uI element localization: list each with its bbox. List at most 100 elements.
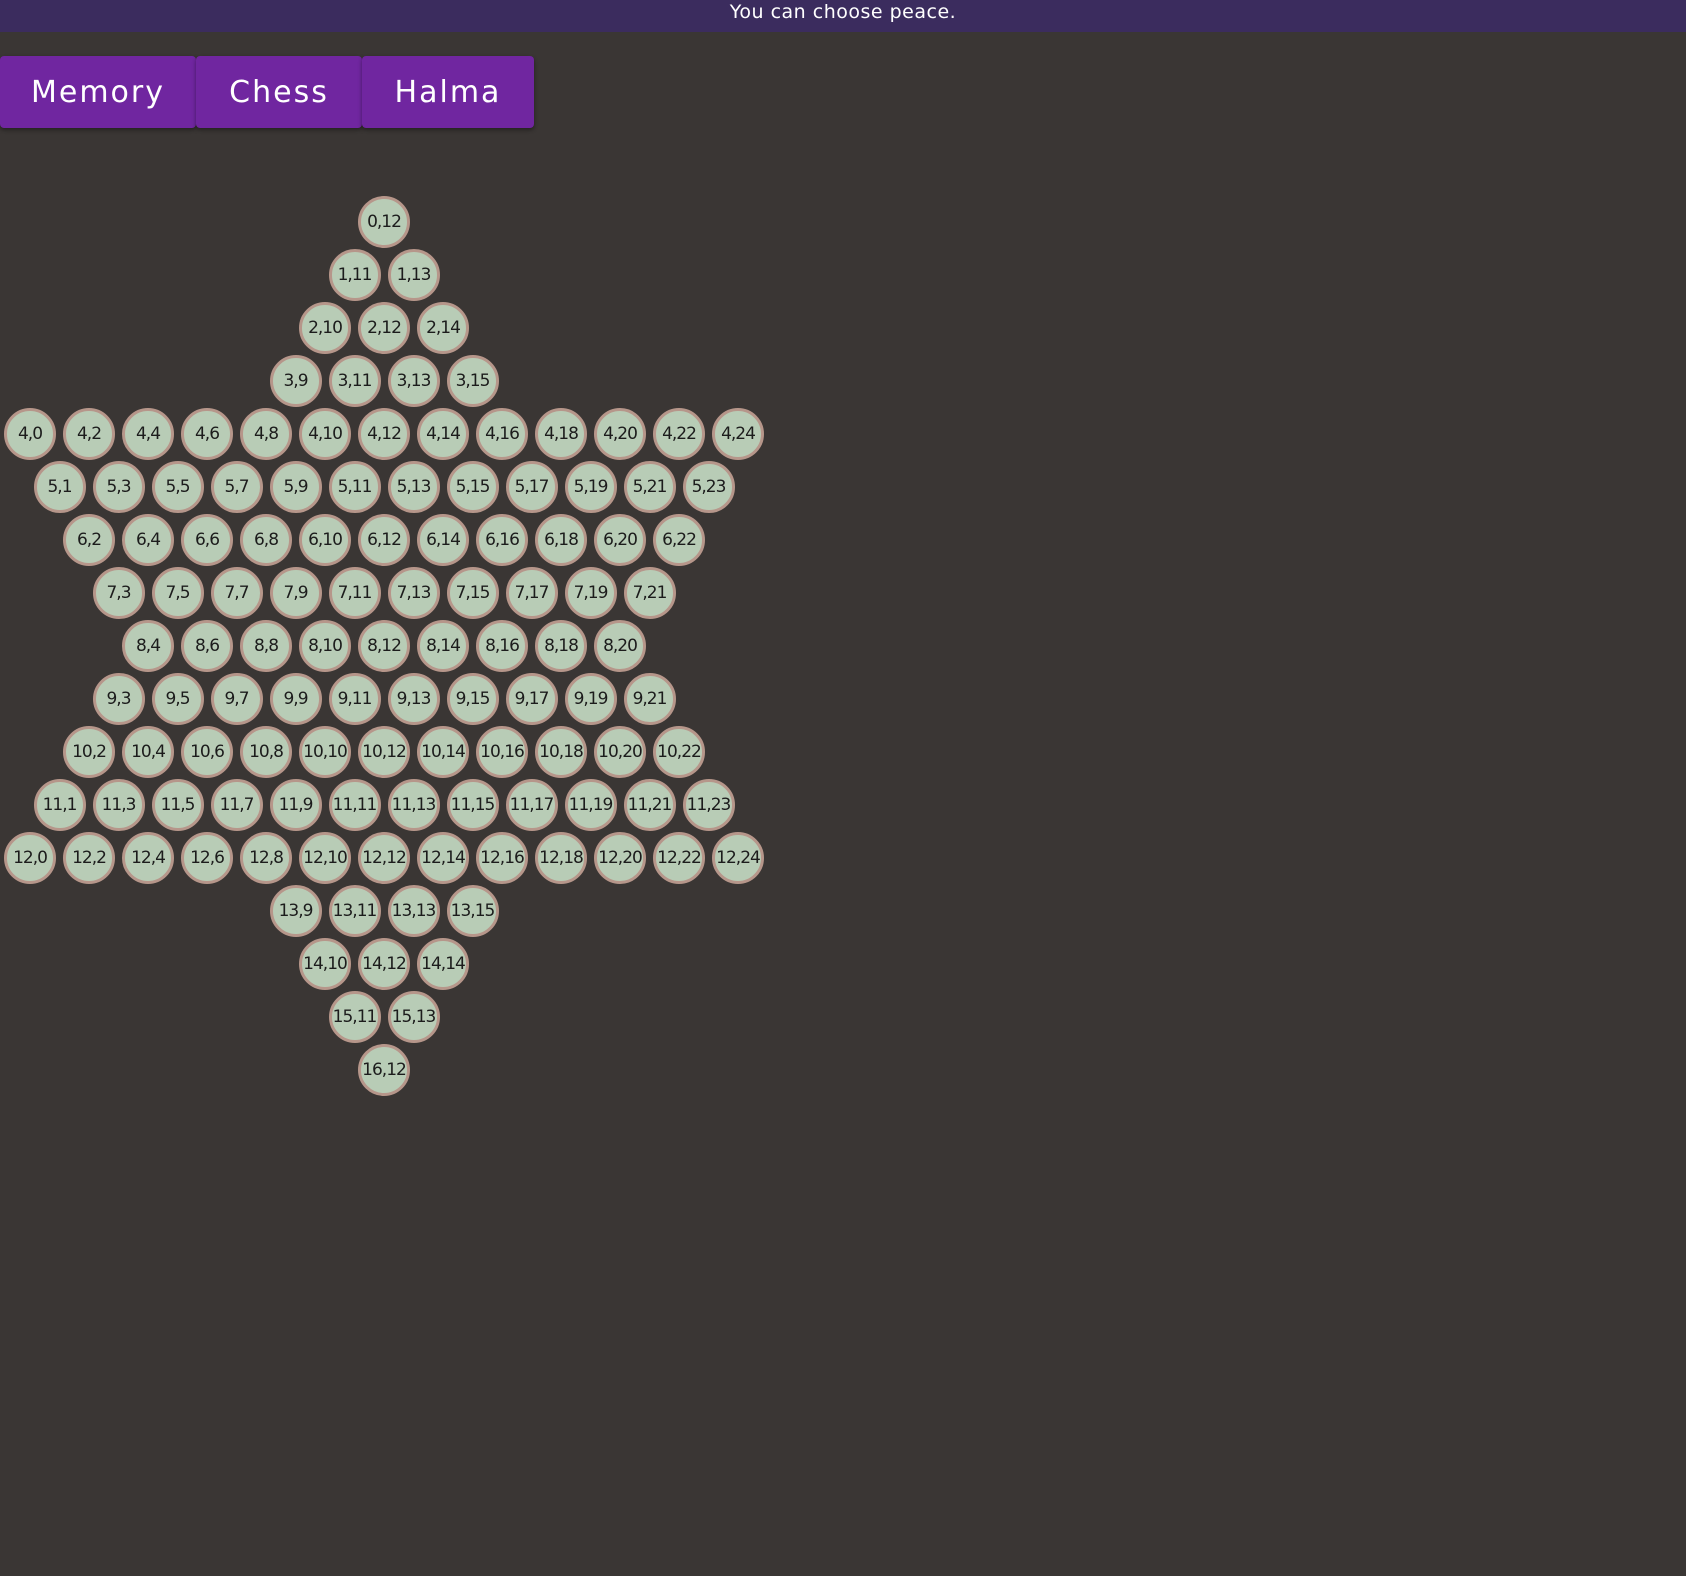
board-cell-2-10[interactable]: 2,10 bbox=[299, 302, 351, 354]
board-cell-1-13[interactable]: 1,13 bbox=[387, 249, 440, 301]
board-cell-14-12[interactable]: 14,12 bbox=[358, 938, 410, 990]
board-cell-7-15[interactable]: 7,15 bbox=[446, 567, 499, 619]
board-cell-7-13[interactable]: 7,13 bbox=[387, 567, 440, 619]
board-cell-8-12[interactable]: 8,12 bbox=[358, 620, 410, 672]
board-cell-5-1[interactable]: 5,1 bbox=[33, 461, 86, 513]
board-cell-4-6[interactable]: 4,6 bbox=[181, 408, 233, 460]
board-cell-9-15[interactable]: 9,15 bbox=[446, 673, 499, 725]
board-cell-10-10[interactable]: 10,10 bbox=[299, 726, 351, 778]
board-cell-10-22[interactable]: 10,22 bbox=[653, 726, 705, 778]
board-cell-6-2[interactable]: 6,2 bbox=[63, 514, 115, 566]
board-cell-9-13[interactable]: 9,13 bbox=[387, 673, 440, 725]
board-cell-9-9[interactable]: 9,9 bbox=[269, 673, 322, 725]
board-cell-4-18[interactable]: 4,18 bbox=[535, 408, 587, 460]
board-cell-5-11[interactable]: 5,11 bbox=[328, 461, 381, 513]
board-cell-7-9[interactable]: 7,9 bbox=[269, 567, 322, 619]
board-cell-4-10[interactable]: 4,10 bbox=[299, 408, 351, 460]
board-cell-3-11[interactable]: 3,11 bbox=[328, 355, 381, 407]
board-cell-5-21[interactable]: 5,21 bbox=[623, 461, 676, 513]
board-cell-6-18[interactable]: 6,18 bbox=[535, 514, 587, 566]
board-cell-11-3[interactable]: 11,3 bbox=[92, 779, 145, 831]
board-cell-5-13[interactable]: 5,13 bbox=[387, 461, 440, 513]
board-cell-10-12[interactable]: 10,12 bbox=[358, 726, 410, 778]
board-cell-6-20[interactable]: 6,20 bbox=[594, 514, 646, 566]
board-cell-6-10[interactable]: 6,10 bbox=[299, 514, 351, 566]
board-cell-12-18[interactable]: 12,18 bbox=[535, 832, 587, 884]
board-cell-9-21[interactable]: 9,21 bbox=[623, 673, 676, 725]
board-cell-12-14[interactable]: 12,14 bbox=[417, 832, 469, 884]
board-cell-4-16[interactable]: 4,16 bbox=[476, 408, 528, 460]
memory-button[interactable]: Memory bbox=[0, 56, 196, 128]
board-cell-4-2[interactable]: 4,2 bbox=[63, 408, 115, 460]
board-cell-13-15[interactable]: 13,15 bbox=[446, 885, 499, 937]
board-cell-10-14[interactable]: 10,14 bbox=[417, 726, 469, 778]
board-cell-8-14[interactable]: 8,14 bbox=[417, 620, 469, 672]
board-cell-11-15[interactable]: 11,15 bbox=[446, 779, 499, 831]
board-cell-4-22[interactable]: 4,22 bbox=[653, 408, 705, 460]
board-cell-6-22[interactable]: 6,22 bbox=[653, 514, 705, 566]
board-cell-11-17[interactable]: 11,17 bbox=[505, 779, 558, 831]
board-cell-4-14[interactable]: 4,14 bbox=[417, 408, 469, 460]
board-cell-5-5[interactable]: 5,5 bbox=[151, 461, 204, 513]
board-cell-11-21[interactable]: 11,21 bbox=[623, 779, 676, 831]
board-cell-2-12[interactable]: 2,12 bbox=[358, 302, 410, 354]
board-cell-13-11[interactable]: 13,11 bbox=[328, 885, 381, 937]
board-cell-10-20[interactable]: 10,20 bbox=[594, 726, 646, 778]
board-cell-13-9[interactable]: 13,9 bbox=[269, 885, 322, 937]
board-cell-6-12[interactable]: 6,12 bbox=[358, 514, 410, 566]
board-cell-3-9[interactable]: 3,9 bbox=[269, 355, 322, 407]
board-cell-7-7[interactable]: 7,7 bbox=[210, 567, 263, 619]
board-cell-15-11[interactable]: 15,11 bbox=[328, 991, 381, 1043]
board-cell-7-17[interactable]: 7,17 bbox=[505, 567, 558, 619]
board-cell-12-22[interactable]: 12,22 bbox=[653, 832, 705, 884]
board-cell-11-7[interactable]: 11,7 bbox=[210, 779, 263, 831]
board-cell-11-5[interactable]: 11,5 bbox=[151, 779, 204, 831]
board-cell-15-13[interactable]: 15,13 bbox=[387, 991, 440, 1043]
board-cell-13-13[interactable]: 13,13 bbox=[387, 885, 440, 937]
board-cell-8-10[interactable]: 8,10 bbox=[299, 620, 351, 672]
chess-button[interactable]: Chess bbox=[196, 56, 362, 128]
board-cell-11-1[interactable]: 11,1 bbox=[33, 779, 86, 831]
board-cell-7-19[interactable]: 7,19 bbox=[564, 567, 617, 619]
board-cell-8-8[interactable]: 8,8 bbox=[240, 620, 292, 672]
board-cell-5-17[interactable]: 5,17 bbox=[505, 461, 558, 513]
board-cell-1-11[interactable]: 1,11 bbox=[328, 249, 381, 301]
board-cell-11-11[interactable]: 11,11 bbox=[328, 779, 381, 831]
board-cell-5-3[interactable]: 5,3 bbox=[92, 461, 145, 513]
board-cell-8-16[interactable]: 8,16 bbox=[476, 620, 528, 672]
board-cell-12-24[interactable]: 12,24 bbox=[712, 832, 764, 884]
board-cell-4-8[interactable]: 4,8 bbox=[240, 408, 292, 460]
board-cell-9-19[interactable]: 9,19 bbox=[564, 673, 617, 725]
board-cell-8-6[interactable]: 8,6 bbox=[181, 620, 233, 672]
board-cell-10-4[interactable]: 10,4 bbox=[122, 726, 174, 778]
board-cell-12-12[interactable]: 12,12 bbox=[358, 832, 410, 884]
board-cell-9-7[interactable]: 9,7 bbox=[210, 673, 263, 725]
board-cell-8-20[interactable]: 8,20 bbox=[594, 620, 646, 672]
board-cell-10-8[interactable]: 10,8 bbox=[240, 726, 292, 778]
board-cell-12-0[interactable]: 12,0 bbox=[4, 832, 56, 884]
board-cell-6-14[interactable]: 6,14 bbox=[417, 514, 469, 566]
board-cell-12-4[interactable]: 12,4 bbox=[122, 832, 174, 884]
board-cell-12-2[interactable]: 12,2 bbox=[63, 832, 115, 884]
board-cell-14-14[interactable]: 14,14 bbox=[417, 938, 469, 990]
board-cell-7-5[interactable]: 7,5 bbox=[151, 567, 204, 619]
board-cell-9-3[interactable]: 9,3 bbox=[92, 673, 145, 725]
board-cell-14-10[interactable]: 14,10 bbox=[299, 938, 351, 990]
board-cell-8-18[interactable]: 8,18 bbox=[535, 620, 587, 672]
board-cell-2-14[interactable]: 2,14 bbox=[417, 302, 469, 354]
board-cell-16-12[interactable]: 16,12 bbox=[358, 1044, 410, 1096]
board-cell-6-8[interactable]: 6,8 bbox=[240, 514, 292, 566]
board-cell-6-6[interactable]: 6,6 bbox=[181, 514, 233, 566]
board-cell-5-19[interactable]: 5,19 bbox=[564, 461, 617, 513]
board-cell-7-21[interactable]: 7,21 bbox=[623, 567, 676, 619]
board-cell-4-0[interactable]: 4,0 bbox=[4, 408, 56, 460]
board-cell-11-13[interactable]: 11,13 bbox=[387, 779, 440, 831]
board-cell-11-9[interactable]: 11,9 bbox=[269, 779, 322, 831]
board-cell-12-6[interactable]: 12,6 bbox=[181, 832, 233, 884]
board-cell-12-16[interactable]: 12,16 bbox=[476, 832, 528, 884]
board-cell-5-23[interactable]: 5,23 bbox=[682, 461, 735, 513]
board-cell-4-24[interactable]: 4,24 bbox=[712, 408, 764, 460]
board-cell-7-3[interactable]: 7,3 bbox=[92, 567, 145, 619]
board-cell-7-11[interactable]: 7,11 bbox=[328, 567, 381, 619]
board-cell-0-12[interactable]: 0,12 bbox=[358, 196, 410, 248]
